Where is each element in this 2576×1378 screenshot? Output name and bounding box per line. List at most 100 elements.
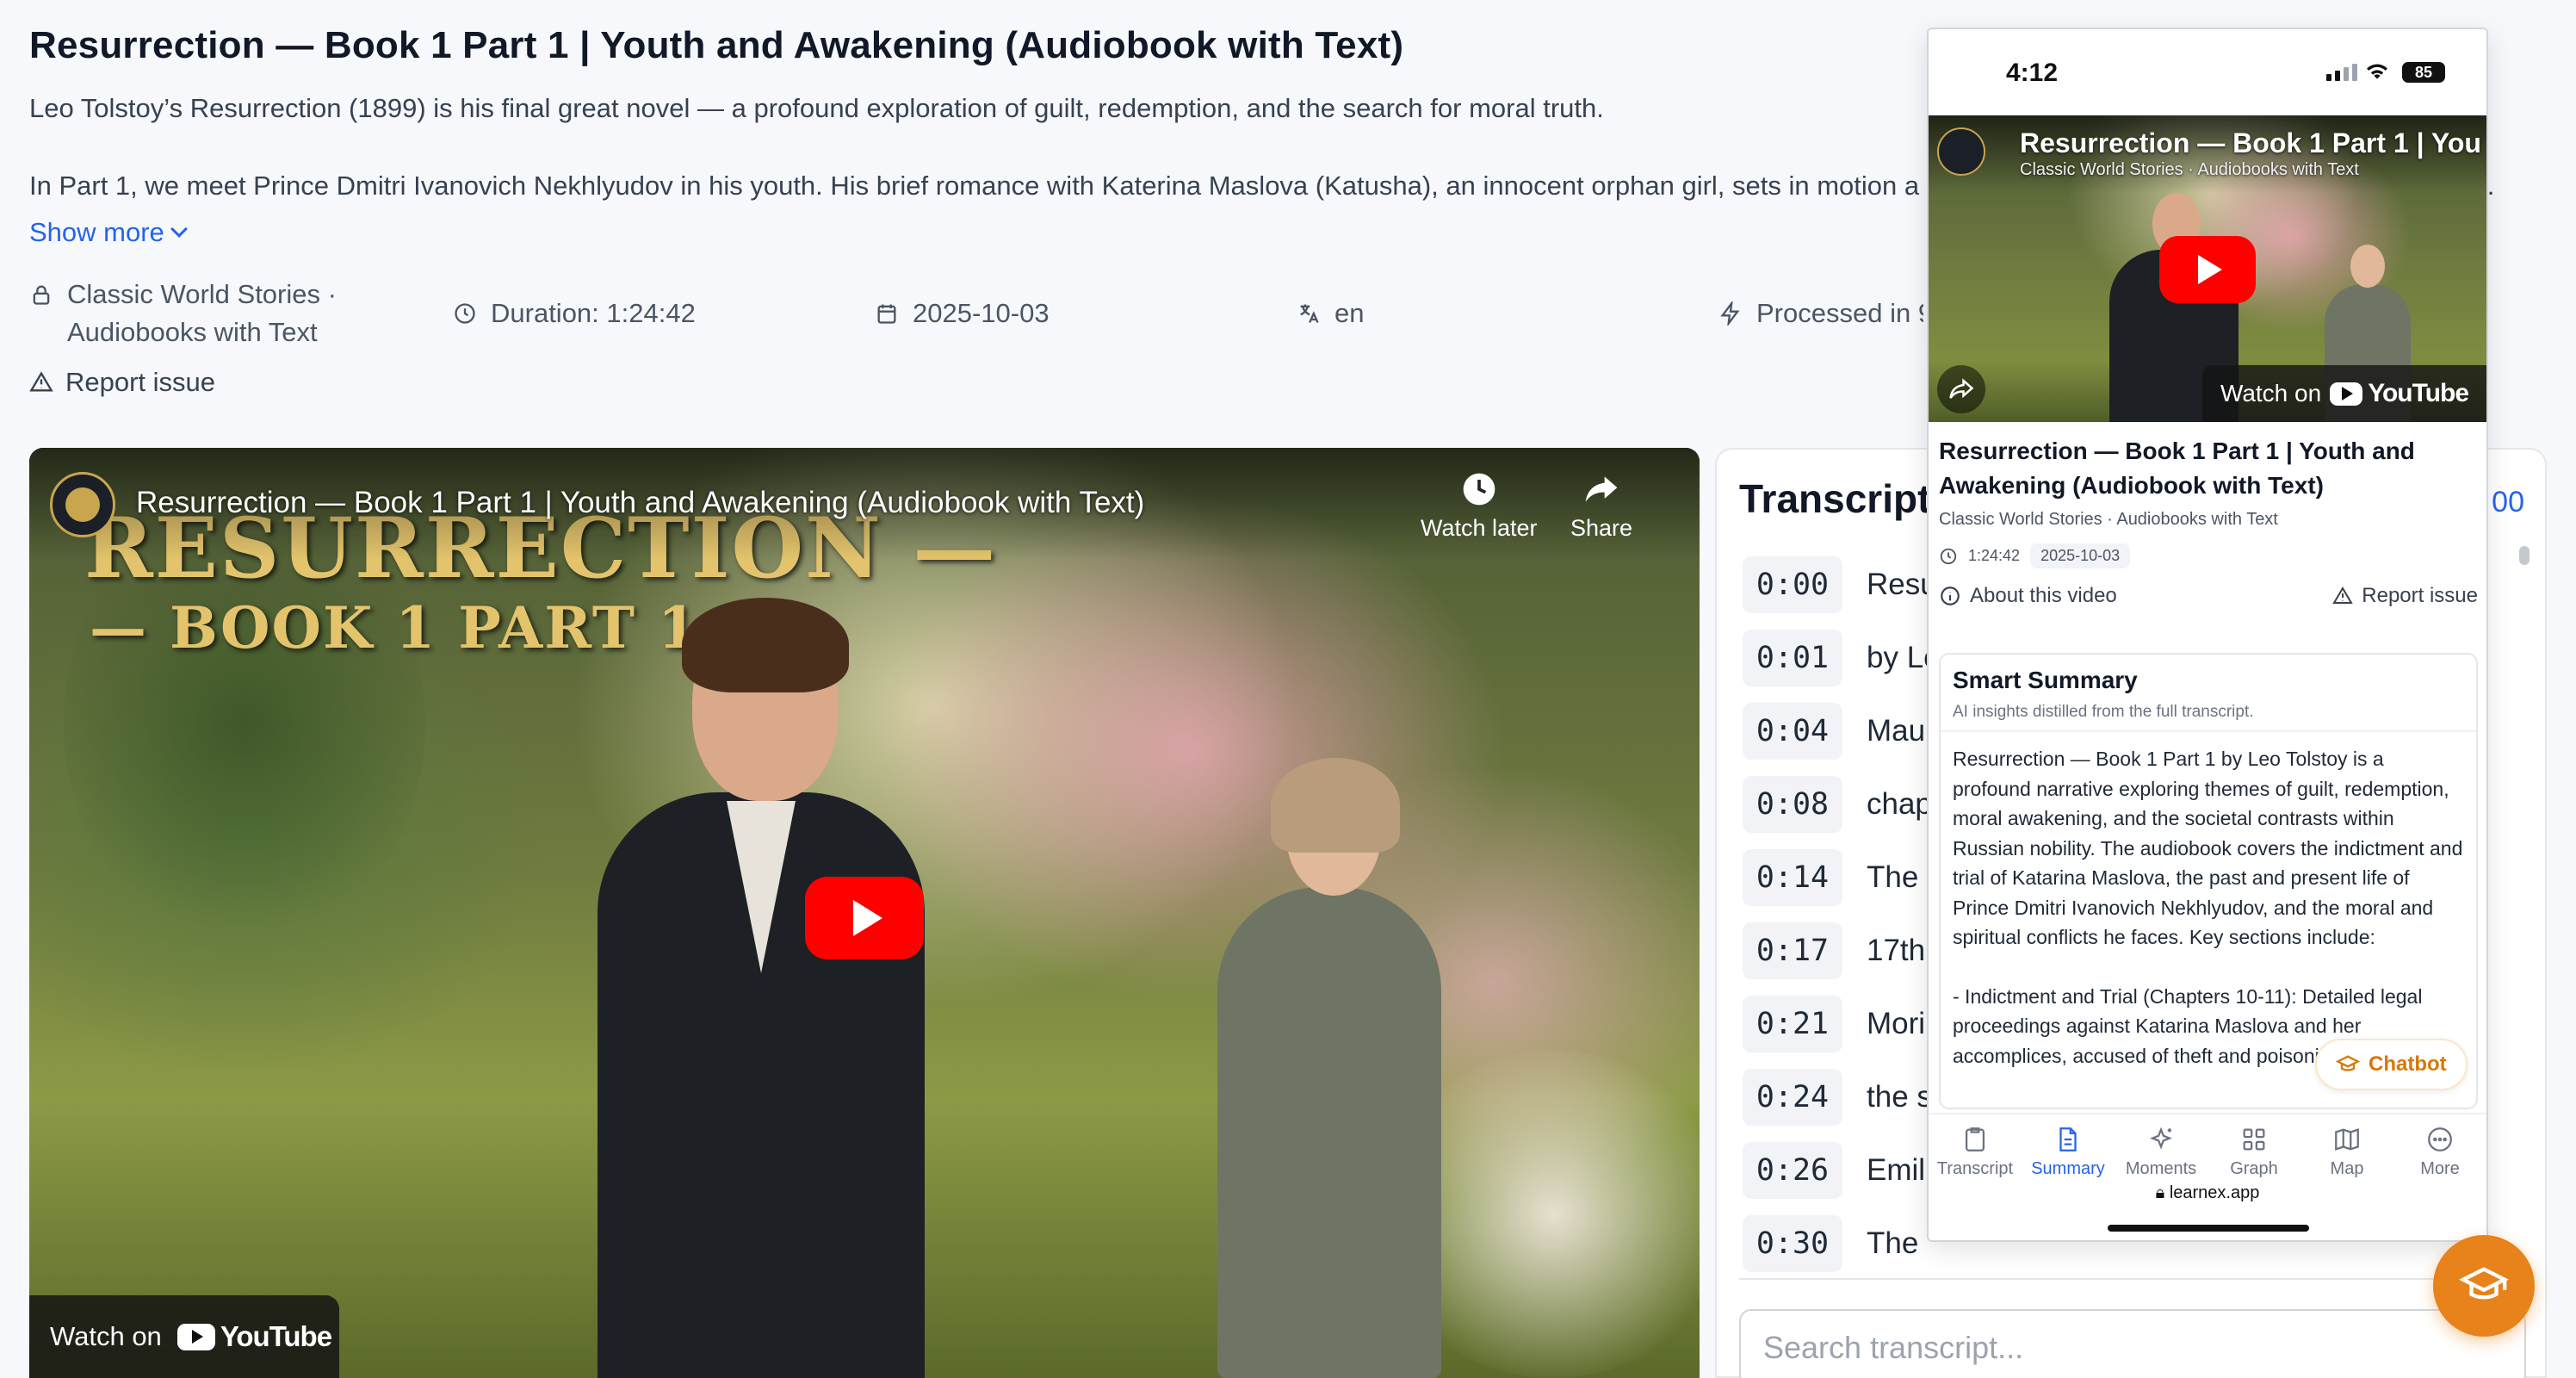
transcript-timestamp[interactable]: 0:01	[1743, 629, 1842, 686]
watch-on-label: Watch on	[50, 1321, 162, 1351]
clock-icon	[455, 303, 475, 324]
meta-language-text: en	[1334, 298, 1365, 328]
meta-channel-line2: Audiobooks with Text	[67, 317, 318, 347]
phone-channel-name[interactable]: Classic World Stories · Audiobooks with …	[1939, 510, 2478, 530]
page-title: Resurrection — Book 1 Part 1 | Youth and…	[29, 24, 1404, 66]
transcript-timestamp[interactable]: 0:14	[1743, 848, 1842, 906]
transcript-timestamp[interactable]: 0:04	[1743, 702, 1842, 760]
meta-date: 2025-10-03	[875, 295, 1050, 332]
more-icon	[2428, 1127, 2452, 1151]
phone-share-icon[interactable]	[1937, 365, 1985, 413]
show-more-button[interactable]: Show more	[29, 217, 188, 248]
share-label: Share	[1570, 515, 1633, 541]
thumbnail-woman-figure	[1217, 741, 1441, 1378]
phone-video-overlay-title[interactable]: Resurrection — Book 1 Part 1 | You	[2020, 127, 2481, 159]
document-icon	[2059, 1127, 2077, 1151]
transcript-text: 17th	[1867, 933, 1926, 967]
youtube-logo: YouTube	[2330, 379, 2469, 408]
report-issue-button[interactable]: Report issue	[29, 367, 215, 398]
nav-transcript-label: Transcript	[1936, 1159, 2014, 1178]
chatbot-label: Chatbot	[2369, 1052, 2447, 1076]
wifi-icon	[2367, 64, 2387, 79]
meta-language: en	[1297, 295, 1364, 332]
nav-summary-label: Summary	[2031, 1159, 2105, 1178]
transcript-header-link[interactable]: 00	[2492, 486, 2524, 519]
nav-graph[interactable]: Graph	[2211, 1125, 2297, 1190]
phone-report-issue-button[interactable]: Report issue	[2332, 584, 2478, 608]
clock-icon	[1940, 548, 1957, 564]
phone-video-player[interactable]: Resurrection — Book 1 Part 1 | You Class…	[1929, 115, 2486, 422]
warning-icon	[29, 371, 53, 392]
youtube-logo: YouTube	[176, 1320, 332, 1353]
nav-map-label: Map	[2330, 1159, 2364, 1178]
graduation-cap-icon	[2459, 1267, 2509, 1300]
thumbnail-man-figure	[580, 598, 942, 1378]
nav-more-label: More	[2420, 1159, 2460, 1178]
about-video-label: About this video	[1970, 584, 2117, 607]
phone-play-button[interactable]	[2159, 236, 2256, 303]
lock-icon: 🔒︎	[2155, 1183, 2170, 1202]
nav-moments[interactable]: Moments	[2118, 1125, 2204, 1190]
transcript-title: Transcript	[1739, 476, 1931, 521]
smart-summary-card: Smart Summary AI insights distilled from…	[1939, 653, 2478, 1109]
transcript-timestamp[interactable]: 0:26	[1743, 1141, 1842, 1199]
transcript-text: chap	[1867, 786, 1932, 821]
chatbot-button[interactable]: Chatbot	[2315, 1039, 2468, 1090]
graph-icon	[2243, 1128, 2265, 1151]
about-video-button[interactable]: About this video	[1939, 584, 2117, 608]
video-player[interactable]: RESURRECTION — — BOOK 1 PART 1 Resurrect…	[29, 448, 1700, 1378]
meta-channel-line1: Classic World Stories ·	[67, 279, 337, 309]
battery-icon: 85	[2402, 62, 2445, 83]
description-line-1: Leo Tolstoy’s Resurrection (1899) is his…	[29, 93, 1604, 123]
play-button[interactable]	[805, 877, 924, 959]
channel-avatar[interactable]	[1937, 127, 1985, 176]
phone-video-title: Resurrection — Book 1 Part 1 | Youth and…	[1939, 438, 2415, 499]
signal-icon	[2326, 64, 2357, 81]
lightning-icon	[1720, 301, 1740, 326]
transcript-text: The	[1867, 1226, 1919, 1260]
show-more-label: Show more	[29, 217, 164, 247]
chatbot-fab-button[interactable]	[2433, 1235, 2535, 1337]
channel-avatar[interactable]	[50, 472, 115, 537]
transcript-timestamp[interactable]: 0:08	[1743, 775, 1842, 833]
youtube-play-icon	[2330, 382, 2363, 406]
nav-more[interactable]: More	[2397, 1125, 2483, 1190]
watch-later-label: Watch later	[1421, 515, 1538, 541]
transcript-text: the s	[1867, 1079, 1932, 1114]
transcript-timestamp[interactable]: 0:21	[1743, 995, 1842, 1052]
nav-summary[interactable]: Summary	[2025, 1125, 2111, 1190]
watch-on-youtube-button[interactable]: Watch on YouTube	[29, 1295, 339, 1378]
phone-duration: 1:24:42	[1968, 547, 2021, 564]
meta-duration-text: Duration: 1:24:42	[491, 298, 696, 328]
clipboard-icon	[1965, 1127, 1985, 1151]
transcript-timestamp[interactable]: 0:24	[1743, 1068, 1842, 1126]
lock-icon	[33, 285, 50, 305]
meta-channel[interactable]: Classic World Stories · Audiobooks with …	[29, 276, 337, 351]
summary-body: Resurrection — Book 1 Part 1 by Leo Tols…	[1941, 732, 2476, 1083]
transcript-timestamp[interactable]: 0:30	[1743, 1214, 1842, 1272]
transcript-timestamp[interactable]: 0:00	[1743, 556, 1842, 613]
video-overlay-title[interactable]: Resurrection — Book 1 Part 1 | Youth and…	[136, 486, 1144, 520]
youtube-wordmark: YouTube	[220, 1320, 332, 1352]
nav-map[interactable]: Map	[2304, 1125, 2390, 1190]
phone-report-issue-label: Report issue	[2362, 584, 2478, 607]
clock-icon	[1460, 470, 1498, 508]
nav-transcript[interactable]: Transcript	[1932, 1125, 2018, 1190]
transcript-timestamp[interactable]: 0:17	[1743, 922, 1842, 979]
nav-moments-label: Moments	[2125, 1159, 2197, 1178]
phone-watch-on-youtube-button[interactable]: Watch on YouTube	[2202, 365, 2486, 422]
report-issue-label: Report issue	[65, 367, 216, 397]
transcript-text: Mau	[1867, 713, 1926, 748]
phone-status-bar: 4:12 85	[1929, 29, 2486, 115]
youtube-play-icon	[176, 1323, 215, 1350]
phone-video-info: Resurrection — Book 1 Part 1 | Youth and…	[1939, 434, 2478, 608]
watch-later-button[interactable]: Watch later	[1421, 470, 1538, 542]
transcript-text: Emil	[1867, 1152, 1926, 1187]
phone-url-text: learnex.app	[2169, 1183, 2260, 1202]
transcript-search-input[interactable]	[1739, 1309, 2526, 1378]
share-button[interactable]: Share	[1570, 470, 1632, 542]
transcript-scrollbar[interactable]	[2519, 546, 2530, 565]
watch-on-label: Watch on	[2220, 380, 2322, 407]
phone-url-bar[interactable]: 🔒︎ learnex.app	[1929, 1183, 2486, 1203]
phone-video-overlay-channel: Classic World Stories · Audiobooks with …	[2020, 160, 2359, 179]
